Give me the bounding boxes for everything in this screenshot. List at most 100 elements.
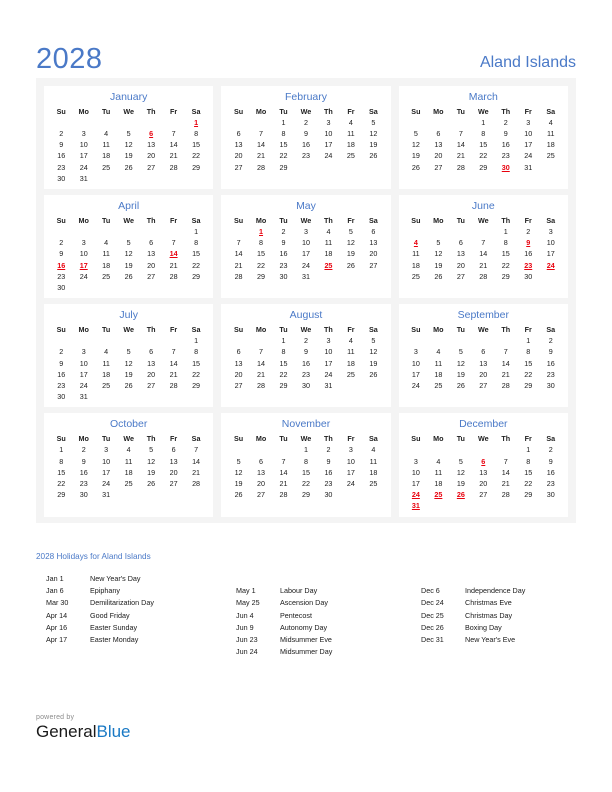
day-cell[interactable]: 23 bbox=[495, 151, 517, 162]
day-cell[interactable]: 8 bbox=[250, 238, 272, 249]
day-cell[interactable]: 18 bbox=[95, 369, 117, 380]
day-cell[interactable]: 29 bbox=[472, 162, 494, 173]
day-cell[interactable]: 5 bbox=[140, 445, 162, 456]
day-cell[interactable]: 16 bbox=[272, 249, 294, 260]
day-cell[interactable]: 10 bbox=[539, 238, 562, 249]
day-cell[interactable]: 4 bbox=[95, 347, 117, 358]
day-cell[interactable]: 12 bbox=[362, 347, 385, 358]
day-cell[interactable]: 15 bbox=[250, 249, 272, 260]
day-cell[interactable]: 28 bbox=[162, 162, 184, 173]
day-cell[interactable]: 7 bbox=[250, 347, 272, 358]
day-cell[interactable]: 5 bbox=[227, 456, 249, 467]
day-cell[interactable]: 5 bbox=[362, 117, 385, 128]
day-cell-holiday[interactable]: 17 bbox=[72, 260, 94, 271]
day-cell[interactable]: 10 bbox=[317, 347, 339, 358]
day-cell[interactable]: 30 bbox=[50, 173, 72, 184]
day-cell[interactable]: 10 bbox=[72, 358, 94, 369]
day-cell[interactable]: 19 bbox=[117, 369, 139, 380]
day-cell[interactable]: 9 bbox=[295, 347, 317, 358]
day-cell[interactable]: 16 bbox=[72, 467, 94, 478]
day-cell[interactable]: 3 bbox=[95, 445, 117, 456]
day-cell[interactable]: 6 bbox=[362, 227, 385, 238]
day-cell[interactable]: 17 bbox=[517, 140, 539, 151]
day-cell[interactable]: 3 bbox=[295, 227, 317, 238]
day-cell[interactable]: 8 bbox=[185, 238, 208, 249]
day-cell[interactable]: 29 bbox=[250, 271, 272, 282]
day-cell[interactable]: 3 bbox=[405, 347, 427, 358]
day-cell[interactable]: 7 bbox=[472, 238, 494, 249]
day-cell[interactable]: 15 bbox=[272, 140, 294, 151]
day-cell[interactable]: 6 bbox=[140, 347, 162, 358]
day-cell[interactable]: 28 bbox=[250, 162, 272, 173]
day-cell[interactable]: 16 bbox=[539, 358, 562, 369]
day-cell[interactable]: 21 bbox=[450, 151, 472, 162]
day-cell[interactable]: 17 bbox=[405, 478, 427, 489]
day-cell[interactable]: 2 bbox=[50, 129, 72, 140]
day-cell[interactable]: 13 bbox=[250, 467, 272, 478]
day-cell[interactable]: 3 bbox=[517, 117, 539, 128]
day-cell[interactable]: 21 bbox=[185, 467, 208, 478]
day-cell[interactable]: 26 bbox=[450, 380, 472, 391]
day-cell[interactable]: 1 bbox=[185, 227, 208, 238]
day-cell[interactable]: 24 bbox=[72, 271, 94, 282]
day-cell[interactable]: 19 bbox=[450, 369, 472, 380]
day-cell[interactable]: 9 bbox=[295, 129, 317, 140]
day-cell-holiday[interactable]: 9 bbox=[517, 238, 539, 249]
day-cell[interactable]: 29 bbox=[272, 162, 294, 173]
day-cell[interactable]: 28 bbox=[272, 489, 294, 500]
day-cell-holiday[interactable]: 23 bbox=[517, 260, 539, 271]
day-cell[interactable]: 19 bbox=[227, 478, 249, 489]
day-cell[interactable]: 1 bbox=[517, 445, 539, 456]
day-cell[interactable]: 27 bbox=[140, 380, 162, 391]
day-cell[interactable]: 29 bbox=[495, 271, 517, 282]
day-cell[interactable]: 26 bbox=[117, 271, 139, 282]
day-cell[interactable]: 3 bbox=[72, 347, 94, 358]
day-cell-holiday[interactable]: 24 bbox=[405, 489, 427, 500]
day-cell[interactable]: 22 bbox=[250, 260, 272, 271]
day-cell-holiday[interactable]: 25 bbox=[317, 260, 339, 271]
day-cell[interactable]: 27 bbox=[427, 162, 449, 173]
day-cell[interactable]: 18 bbox=[117, 467, 139, 478]
day-cell[interactable]: 20 bbox=[227, 151, 249, 162]
day-cell[interactable]: 8 bbox=[185, 129, 208, 140]
day-cell[interactable]: 28 bbox=[227, 271, 249, 282]
day-cell[interactable]: 19 bbox=[405, 151, 427, 162]
day-cell[interactable]: 22 bbox=[272, 369, 294, 380]
day-cell[interactable]: 23 bbox=[50, 162, 72, 173]
day-cell[interactable]: 26 bbox=[362, 369, 385, 380]
day-cell[interactable]: 7 bbox=[227, 238, 249, 249]
day-cell[interactable]: 7 bbox=[162, 129, 184, 140]
day-cell[interactable]: 25 bbox=[95, 380, 117, 391]
day-cell[interactable]: 3 bbox=[405, 456, 427, 467]
day-cell[interactable]: 10 bbox=[72, 249, 94, 260]
day-cell[interactable]: 26 bbox=[227, 489, 249, 500]
day-cell[interactable]: 14 bbox=[162, 358, 184, 369]
day-cell[interactable]: 12 bbox=[117, 358, 139, 369]
day-cell[interactable]: 25 bbox=[405, 271, 427, 282]
day-cell[interactable]: 5 bbox=[427, 238, 449, 249]
day-cell[interactable]: 26 bbox=[140, 478, 162, 489]
day-cell[interactable]: 20 bbox=[472, 478, 494, 489]
day-cell[interactable]: 11 bbox=[427, 467, 449, 478]
day-cell[interactable]: 18 bbox=[317, 249, 339, 260]
day-cell[interactable]: 13 bbox=[140, 358, 162, 369]
day-cell[interactable]: 4 bbox=[317, 227, 339, 238]
day-cell[interactable]: 27 bbox=[140, 162, 162, 173]
day-cell[interactable]: 27 bbox=[250, 489, 272, 500]
day-cell[interactable]: 21 bbox=[162, 260, 184, 271]
day-cell[interactable]: 17 bbox=[295, 249, 317, 260]
day-cell[interactable]: 16 bbox=[495, 140, 517, 151]
day-cell[interactable]: 22 bbox=[185, 151, 208, 162]
day-cell[interactable]: 21 bbox=[495, 369, 517, 380]
day-cell[interactable]: 11 bbox=[539, 129, 562, 140]
day-cell[interactable]: 30 bbox=[272, 271, 294, 282]
day-cell[interactable]: 13 bbox=[362, 238, 385, 249]
day-cell[interactable]: 18 bbox=[427, 478, 449, 489]
day-cell[interactable]: 26 bbox=[427, 271, 449, 282]
day-cell[interactable]: 22 bbox=[185, 260, 208, 271]
day-cell[interactable]: 27 bbox=[140, 271, 162, 282]
day-cell[interactable]: 22 bbox=[495, 260, 517, 271]
day-cell[interactable]: 20 bbox=[472, 369, 494, 380]
day-cell[interactable]: 25 bbox=[95, 271, 117, 282]
day-cell[interactable]: 24 bbox=[317, 151, 339, 162]
